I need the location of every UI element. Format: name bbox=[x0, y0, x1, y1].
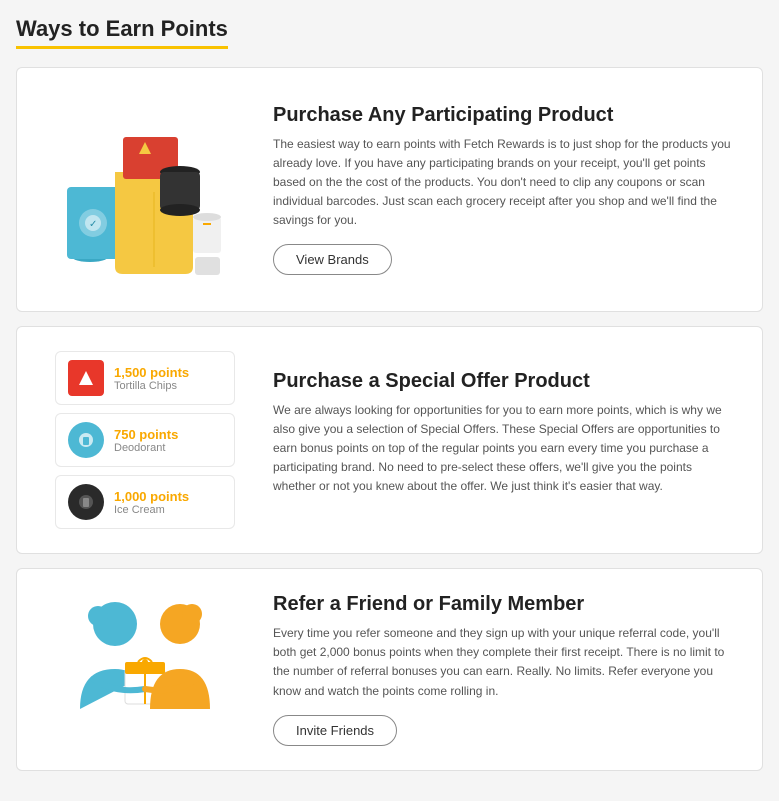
offer-product-3: Ice Cream bbox=[114, 504, 189, 516]
card-purchase-product: ✓ Purchase Any Participating Pr bbox=[16, 67, 763, 312]
card-content-refer: Refer a Friend or Family Member Every ti… bbox=[273, 593, 734, 746]
offer-item-1: 1,500 points Tortilla Chips bbox=[55, 351, 235, 405]
offer-item-2: 750 points Deodorant bbox=[55, 413, 235, 467]
grocery-illustration: ✓ bbox=[45, 92, 245, 287]
referral-illustration bbox=[45, 594, 245, 744]
offer-product-2: Deodorant bbox=[114, 442, 178, 454]
view-brands-button[interactable]: View Brands bbox=[273, 244, 392, 275]
page-title: Ways to Earn Points bbox=[16, 16, 228, 49]
invite-friends-button[interactable]: Invite Friends bbox=[273, 715, 397, 746]
card-desc-special-offer: We are always looking for opportunities … bbox=[273, 401, 734, 497]
offer-points-1: 1,500 points bbox=[114, 365, 189, 380]
offer-item-3: 1,000 points Ice Cream bbox=[55, 475, 235, 529]
card-title-purchase: Purchase Any Participating Product bbox=[273, 104, 734, 127]
svg-text:✓: ✓ bbox=[89, 219, 97, 230]
offer-product-1: Tortilla Chips bbox=[114, 380, 189, 392]
offer-icon-deodorant bbox=[68, 422, 104, 458]
card-desc-purchase: The easiest way to earn points with Fetc… bbox=[273, 135, 734, 231]
card-title-refer: Refer a Friend or Family Member bbox=[273, 593, 734, 616]
offer-icon-icecream bbox=[68, 484, 104, 520]
offer-points-2: 750 points bbox=[114, 427, 178, 442]
offers-illustration: 1,500 points Tortilla Chips 750 points D… bbox=[45, 351, 245, 529]
offer-icon-chips bbox=[68, 360, 104, 396]
card-desc-refer: Every time you refer someone and they si… bbox=[273, 624, 734, 701]
card-content-special-offer: Purchase a Special Offer Product We are … bbox=[273, 370, 734, 511]
offer-points-3: 1,000 points bbox=[114, 489, 189, 504]
card-content-purchase: Purchase Any Participating Product The e… bbox=[273, 104, 734, 276]
card-special-offer: 1,500 points Tortilla Chips 750 points D… bbox=[16, 326, 763, 554]
card-refer-friend: Refer a Friend or Family Member Every ti… bbox=[16, 568, 763, 771]
card-title-special-offer: Purchase a Special Offer Product bbox=[273, 370, 734, 393]
